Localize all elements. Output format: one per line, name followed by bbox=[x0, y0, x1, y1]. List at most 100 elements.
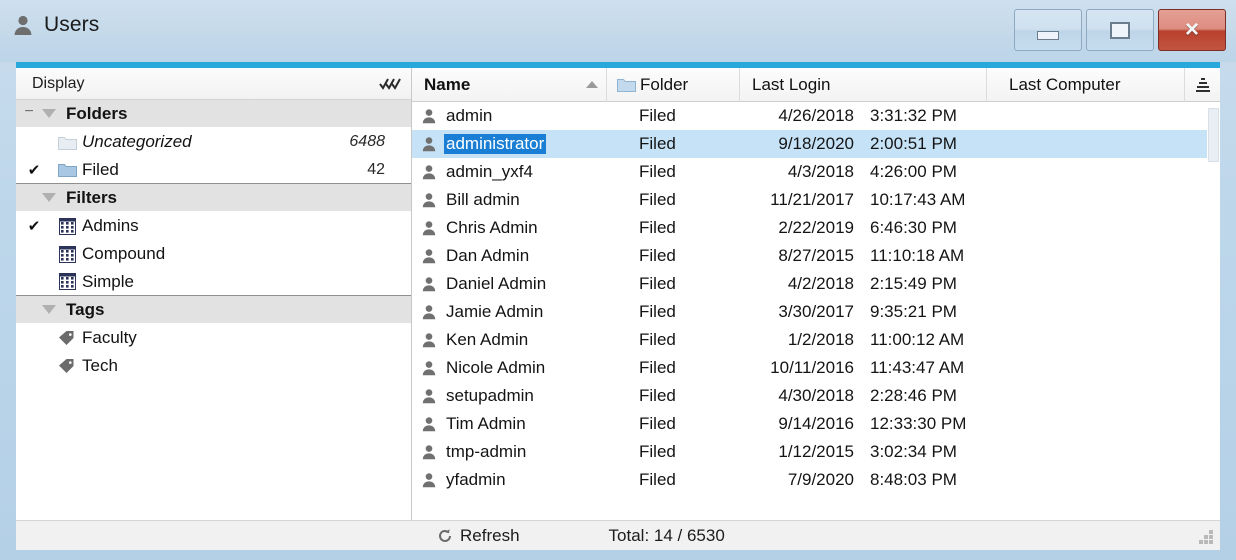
column-header-last-computer-label: Last Computer bbox=[1009, 74, 1121, 94]
cell-folder: Filed bbox=[639, 134, 676, 153]
sidebar-item-uncategorized[interactable]: Uncategorized 6488 bbox=[16, 128, 411, 156]
user-name: Dan Admin bbox=[446, 246, 530, 265]
sidebar-item-label: Compound bbox=[82, 244, 166, 263]
table-row[interactable]: administrator Filed 9/18/2020 2:00:51 PM bbox=[412, 130, 1220, 158]
table-row[interactable]: Chris Admin Filed 2/22/2019 6:46:30 PM bbox=[412, 214, 1220, 242]
refresh-label: Refresh bbox=[460, 525, 520, 545]
cell-last-login-time: 8:48:03 PM bbox=[870, 470, 957, 489]
sidebar-item-filed[interactable]: ✔ Filed 42 bbox=[16, 156, 411, 184]
cell-last-login-date: 8/27/2015 bbox=[778, 246, 854, 265]
title-bar-left: Users bbox=[12, 14, 99, 36]
cell-last-login-date: 4/3/2018 bbox=[787, 162, 854, 181]
minimize-button[interactable] bbox=[1014, 9, 1082, 51]
sidebar-item-count: 6488 bbox=[349, 133, 385, 150]
cell-last-login-time: 3:31:32 PM bbox=[870, 106, 957, 125]
table-row[interactable]: yfadmin Filed 7/9/2020 8:48:03 PM bbox=[412, 466, 1220, 494]
collapse-toggle-folders[interactable]: − bbox=[16, 104, 42, 123]
sidebar-item-label: Tech bbox=[82, 356, 118, 375]
cell-name: admin_yxf4 bbox=[412, 162, 607, 182]
user-name: yfadmin bbox=[446, 470, 506, 489]
sidebar-item-admins[interactable]: ✔ Admins bbox=[16, 212, 411, 240]
column-header-folder-label: Folder bbox=[640, 74, 689, 94]
user-icon bbox=[421, 108, 437, 124]
user-icon bbox=[421, 472, 437, 488]
cell-last-login-date: 1/2/2018 bbox=[787, 330, 854, 349]
cell-last-login-time: 11:10:18 AM bbox=[870, 246, 965, 265]
sidebar-group-tags[interactable]: Tags bbox=[16, 296, 411, 324]
cell-folder: Filed bbox=[639, 162, 676, 181]
column-header-last-computer[interactable]: Last Computer bbox=[987, 68, 1185, 102]
cell-folder: Filed bbox=[639, 442, 676, 461]
cell-folder: Filed bbox=[639, 274, 676, 293]
vertical-scrollbar[interactable] bbox=[1207, 102, 1220, 520]
cell-last-login-date: 7/9/2020 bbox=[787, 470, 854, 489]
table-row[interactable]: Jamie Admin Filed 3/30/2017 9:35:21 PM bbox=[412, 298, 1220, 326]
table-row[interactable]: setupadmin Filed 4/30/2018 2:28:46 PM bbox=[412, 382, 1220, 410]
sidebar-header-label: Display bbox=[32, 74, 85, 92]
cell-folder: Filed bbox=[639, 218, 676, 237]
maximize-button[interactable] bbox=[1086, 9, 1154, 51]
user-icon bbox=[421, 220, 437, 236]
user-icon bbox=[421, 276, 437, 292]
column-header-folder[interactable]: Folder bbox=[607, 68, 740, 102]
user-icon bbox=[421, 332, 437, 348]
cell-name: administrator bbox=[412, 134, 607, 154]
cell-last-login-time: 12:33:30 PM bbox=[870, 414, 967, 433]
user-name: admin_yxf4 bbox=[446, 162, 533, 181]
folder-icon bbox=[617, 77, 636, 92]
users-window: Users × Display − Folders Uncategorized … bbox=[0, 0, 1236, 560]
cell-folder: Filed bbox=[639, 246, 676, 265]
sidebar-item-simple[interactable]: Simple bbox=[16, 268, 411, 296]
table-row[interactable]: Ken Admin Filed 1/2/2018 11:00:12 AM bbox=[412, 326, 1220, 354]
table-row[interactable]: Dan Admin Filed 8/27/2015 11:10:18 AM bbox=[412, 242, 1220, 270]
user-name: Daniel Admin bbox=[446, 274, 547, 293]
sidebar-group-folders[interactable]: − Folders bbox=[16, 100, 411, 128]
user-name: Ken Admin bbox=[446, 330, 529, 349]
cell-folder: Filed bbox=[639, 106, 676, 125]
close-icon: × bbox=[1184, 16, 1199, 43]
collapse-toggle-tags[interactable] bbox=[16, 308, 42, 311]
checkmarks-icon[interactable] bbox=[379, 77, 401, 91]
cell-last-login-date: 4/26/2018 bbox=[778, 106, 854, 125]
sort-ascending-icon bbox=[586, 81, 598, 88]
cell-name: tmp-admin bbox=[412, 442, 607, 462]
table-row[interactable]: admin Filed 4/26/2018 3:31:32 PM bbox=[412, 102, 1220, 130]
resize-grip[interactable] bbox=[1198, 529, 1214, 545]
table-row[interactable]: Nicole Admin Filed 10/11/2016 11:43:47 A… bbox=[412, 354, 1220, 382]
sidebar-item-compound[interactable]: Compound bbox=[16, 240, 411, 268]
user-name: Tim Admin bbox=[446, 414, 526, 433]
cell-name: Dan Admin bbox=[412, 246, 607, 266]
sidebar-item-label: Faculty bbox=[82, 328, 137, 347]
cell-last-login-date: 1/12/2015 bbox=[778, 442, 854, 461]
user-icon bbox=[421, 248, 437, 264]
table-row[interactable]: tmp-admin Filed 1/12/2015 3:02:34 PM bbox=[412, 438, 1220, 466]
check-mark[interactable]: ✔ bbox=[16, 217, 52, 235]
collapse-toggle-filters[interactable] bbox=[16, 196, 42, 199]
sidebar-panel: Display − Folders Uncategorized 6488 ✔ F… bbox=[16, 68, 412, 520]
column-header-last-login[interactable]: Last Login bbox=[740, 68, 987, 102]
sidebar-item-tech[interactable]: Tech bbox=[16, 352, 411, 380]
cell-name: Tim Admin bbox=[412, 414, 607, 434]
cell-last-login-date: 2/22/2019 bbox=[778, 218, 854, 237]
folder-icon bbox=[52, 162, 82, 177]
window-controls: × bbox=[1014, 9, 1226, 51]
cell-last-login-date: 4/30/2018 bbox=[778, 386, 854, 405]
check-mark[interactable]: ✔ bbox=[16, 161, 52, 179]
table-row[interactable]: admin_yxf4 Filed 4/3/2018 4:26:00 PM bbox=[412, 158, 1220, 186]
title-bar: Users × bbox=[0, 0, 1236, 62]
cell-folder: Filed bbox=[639, 386, 676, 405]
user-name: admin bbox=[446, 106, 493, 125]
cell-folder: Filed bbox=[639, 330, 676, 349]
column-header-name[interactable]: Name bbox=[412, 68, 607, 102]
column-chooser-button[interactable] bbox=[1185, 68, 1220, 102]
sidebar-item-faculty[interactable]: Faculty bbox=[16, 324, 411, 352]
sidebar-group-filters[interactable]: Filters bbox=[16, 184, 411, 212]
table-row[interactable]: Daniel Admin Filed 4/2/2018 2:15:49 PM bbox=[412, 270, 1220, 298]
refresh-button[interactable]: Refresh bbox=[437, 526, 520, 546]
cell-name: Chris Admin bbox=[412, 218, 607, 238]
table-row[interactable]: Tim Admin Filed 9/14/2016 12:33:30 PM bbox=[412, 410, 1220, 438]
table-row[interactable]: Bill admin Filed 11/21/2017 10:17:43 AM bbox=[412, 186, 1220, 214]
scrollbar-thumb[interactable] bbox=[1208, 108, 1219, 162]
close-button[interactable]: × bbox=[1158, 9, 1226, 51]
window-title: Users bbox=[44, 13, 100, 36]
